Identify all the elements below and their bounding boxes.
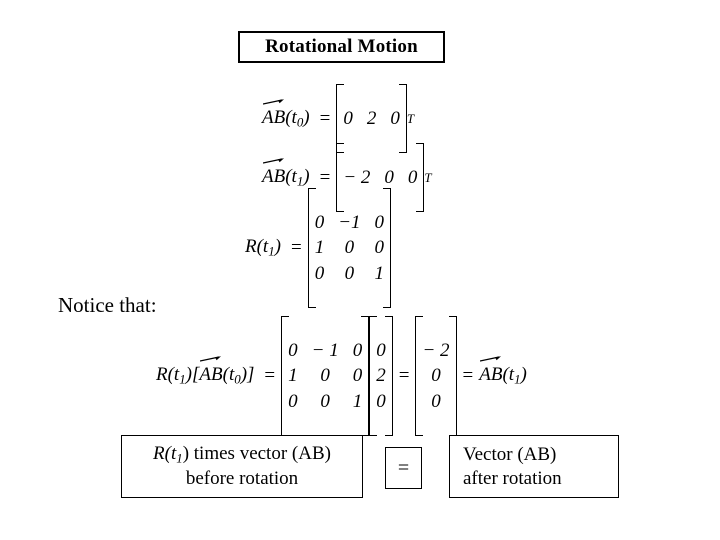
bracket-left (369, 316, 378, 436)
cell: − 1 (311, 340, 339, 361)
equation-product-lhs: R(t1)[AB(t0)] (156, 356, 254, 388)
bracket-left (415, 316, 424, 436)
equation-rotation-matrix-lhs: R(t1) (245, 236, 281, 259)
caption-box-left-line2: before rotation (185, 468, 299, 489)
caption-box-right: Vector (AB) after rotation (449, 435, 619, 498)
bracket-right (384, 316, 393, 436)
equation-ab-t0-transpose: T (406, 110, 415, 126)
equation-ab-t0-arg: (t0) (285, 106, 310, 130)
table-row: 0 − 1 0 (281, 338, 369, 363)
bracket-right (383, 188, 392, 308)
table-row: 1 0 0 (308, 235, 391, 260)
caption-box-right-line1: Vector (AB) (463, 443, 557, 465)
table-row: 0 0 1 (308, 261, 391, 286)
rotation-matrix: 0 −1 0 1 0 0 0 0 1 (307, 188, 392, 308)
page-title: Rotational Motion (265, 36, 418, 57)
vector-arrow-wrap: AB (262, 99, 286, 129)
equation-product-rhs: AB(t1) (479, 356, 527, 388)
vector-arrow-icon (200, 355, 222, 363)
equation-ab-t1-arg: (t1) (285, 165, 310, 189)
bracket-left (307, 188, 316, 308)
vector-arrow-icon (263, 157, 285, 165)
product-column-vector-2: − 2 0 0 (415, 316, 457, 436)
cell: 2 (366, 108, 377, 129)
caption-box-equals: = (385, 447, 422, 489)
product-column-vector-1: 0 2 0 (369, 316, 393, 436)
caption-box-equals-text: = (397, 456, 410, 479)
equation-ab-t0-lhs: AB (t0) (262, 99, 310, 131)
bracket-right (361, 316, 370, 436)
equation-product-equals-1: = (264, 364, 276, 386)
equation-product: R(t1)[AB(t0)] = 0 − 1 0 1 0 0 0 0 1 0 2… (156, 316, 531, 436)
vector-arrow-wrap: AB (479, 356, 502, 386)
equation-rotation-matrix: R(t1) = 0 −1 0 1 0 0 0 0 1 (245, 188, 392, 308)
rowvector-table: 0 2 0 (336, 106, 407, 131)
bracket-left (281, 316, 290, 436)
vector-arrow-wrap: AB (262, 158, 286, 188)
equation-ab-t1-equals: = (319, 166, 331, 188)
cell: 0 (344, 237, 355, 259)
cell: 0 (344, 262, 355, 284)
title-box: Rotational Motion (238, 31, 445, 63)
matrix-table: 0 − 1 0 1 0 0 0 0 1 (281, 338, 369, 414)
slide-canvas: Rotational Motion AB (t0) = 0 2 0 T AB(t… (0, 0, 720, 540)
caption-box-left: R(t1) times vector (AB) before rotation (121, 435, 363, 498)
bracket-right (416, 143, 425, 213)
notice-text: Notice that: (58, 293, 157, 317)
table-row: 0 0 1 (281, 389, 369, 414)
caption-box-left-line1: R(t1) times vector (AB) (153, 443, 331, 466)
equation-product-equals-3: = (462, 364, 474, 386)
vector-arrow-icon (480, 355, 502, 363)
equation-rotation-matrix-equals: = (291, 236, 302, 258)
cell: 0 (320, 365, 330, 387)
table-row: 1 0 0 (281, 363, 369, 388)
product-matrix: 0 − 1 0 1 0 0 0 0 1 (281, 316, 370, 436)
equation-ab-t1-transpose: T (424, 169, 432, 185)
equation-ab-t1-lhs: AB (t1) (262, 158, 310, 190)
equation-ab-t0-equals: = (319, 107, 331, 129)
cell: 0 (320, 390, 330, 412)
equation-ab-t1-vector-name: AB (262, 165, 286, 187)
matrix-table: 0 −1 0 1 0 0 0 0 1 (308, 210, 391, 286)
vector-arrow-wrap: AB (199, 356, 223, 386)
caption-box-right-line2: after rotation (463, 467, 562, 489)
cell: −1 (338, 212, 361, 233)
table-row: 0 −1 0 (308, 210, 391, 235)
bracket-right (448, 316, 457, 436)
equation-product-equals-2: = (398, 364, 410, 386)
equation-ab-t0-vector-name: AB (262, 106, 286, 128)
vector-arrow-icon (263, 98, 285, 106)
cell: 0 (384, 167, 394, 188)
rowvector-table: − 2 0 0 (336, 165, 424, 190)
